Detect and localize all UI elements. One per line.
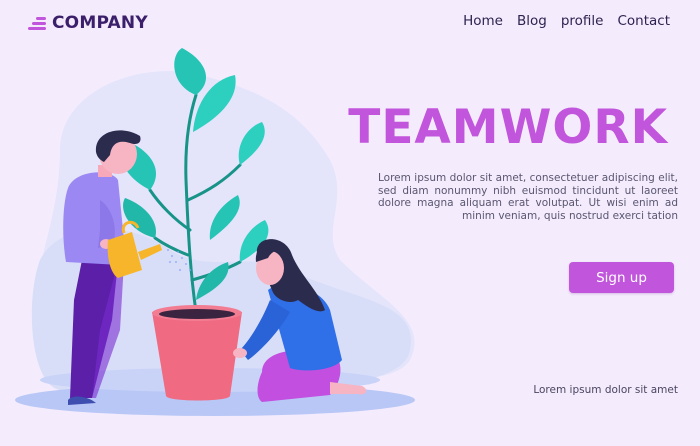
flower-pot bbox=[152, 305, 242, 401]
footer-note: Lorem ipsum dolor sit amet bbox=[533, 384, 678, 396]
sign-up-button[interactable]: Sign up bbox=[569, 262, 674, 293]
nav-blog[interactable]: Blog bbox=[517, 13, 547, 29]
brand-name: COMPANY bbox=[52, 13, 148, 33]
hero-title: TEAMWORK bbox=[348, 100, 668, 155]
hero-description: Lorem ipsum dolor sit amet, consectetuer… bbox=[378, 172, 678, 222]
nav-home[interactable]: Home bbox=[463, 13, 503, 29]
brand-logo[interactable]: COMPANY bbox=[26, 12, 148, 34]
top-nav: Home Blog profile Contact bbox=[463, 13, 670, 29]
nav-profile[interactable]: profile bbox=[561, 13, 604, 29]
logo-icon bbox=[26, 15, 46, 31]
nav-contact[interactable]: Contact bbox=[617, 13, 670, 29]
